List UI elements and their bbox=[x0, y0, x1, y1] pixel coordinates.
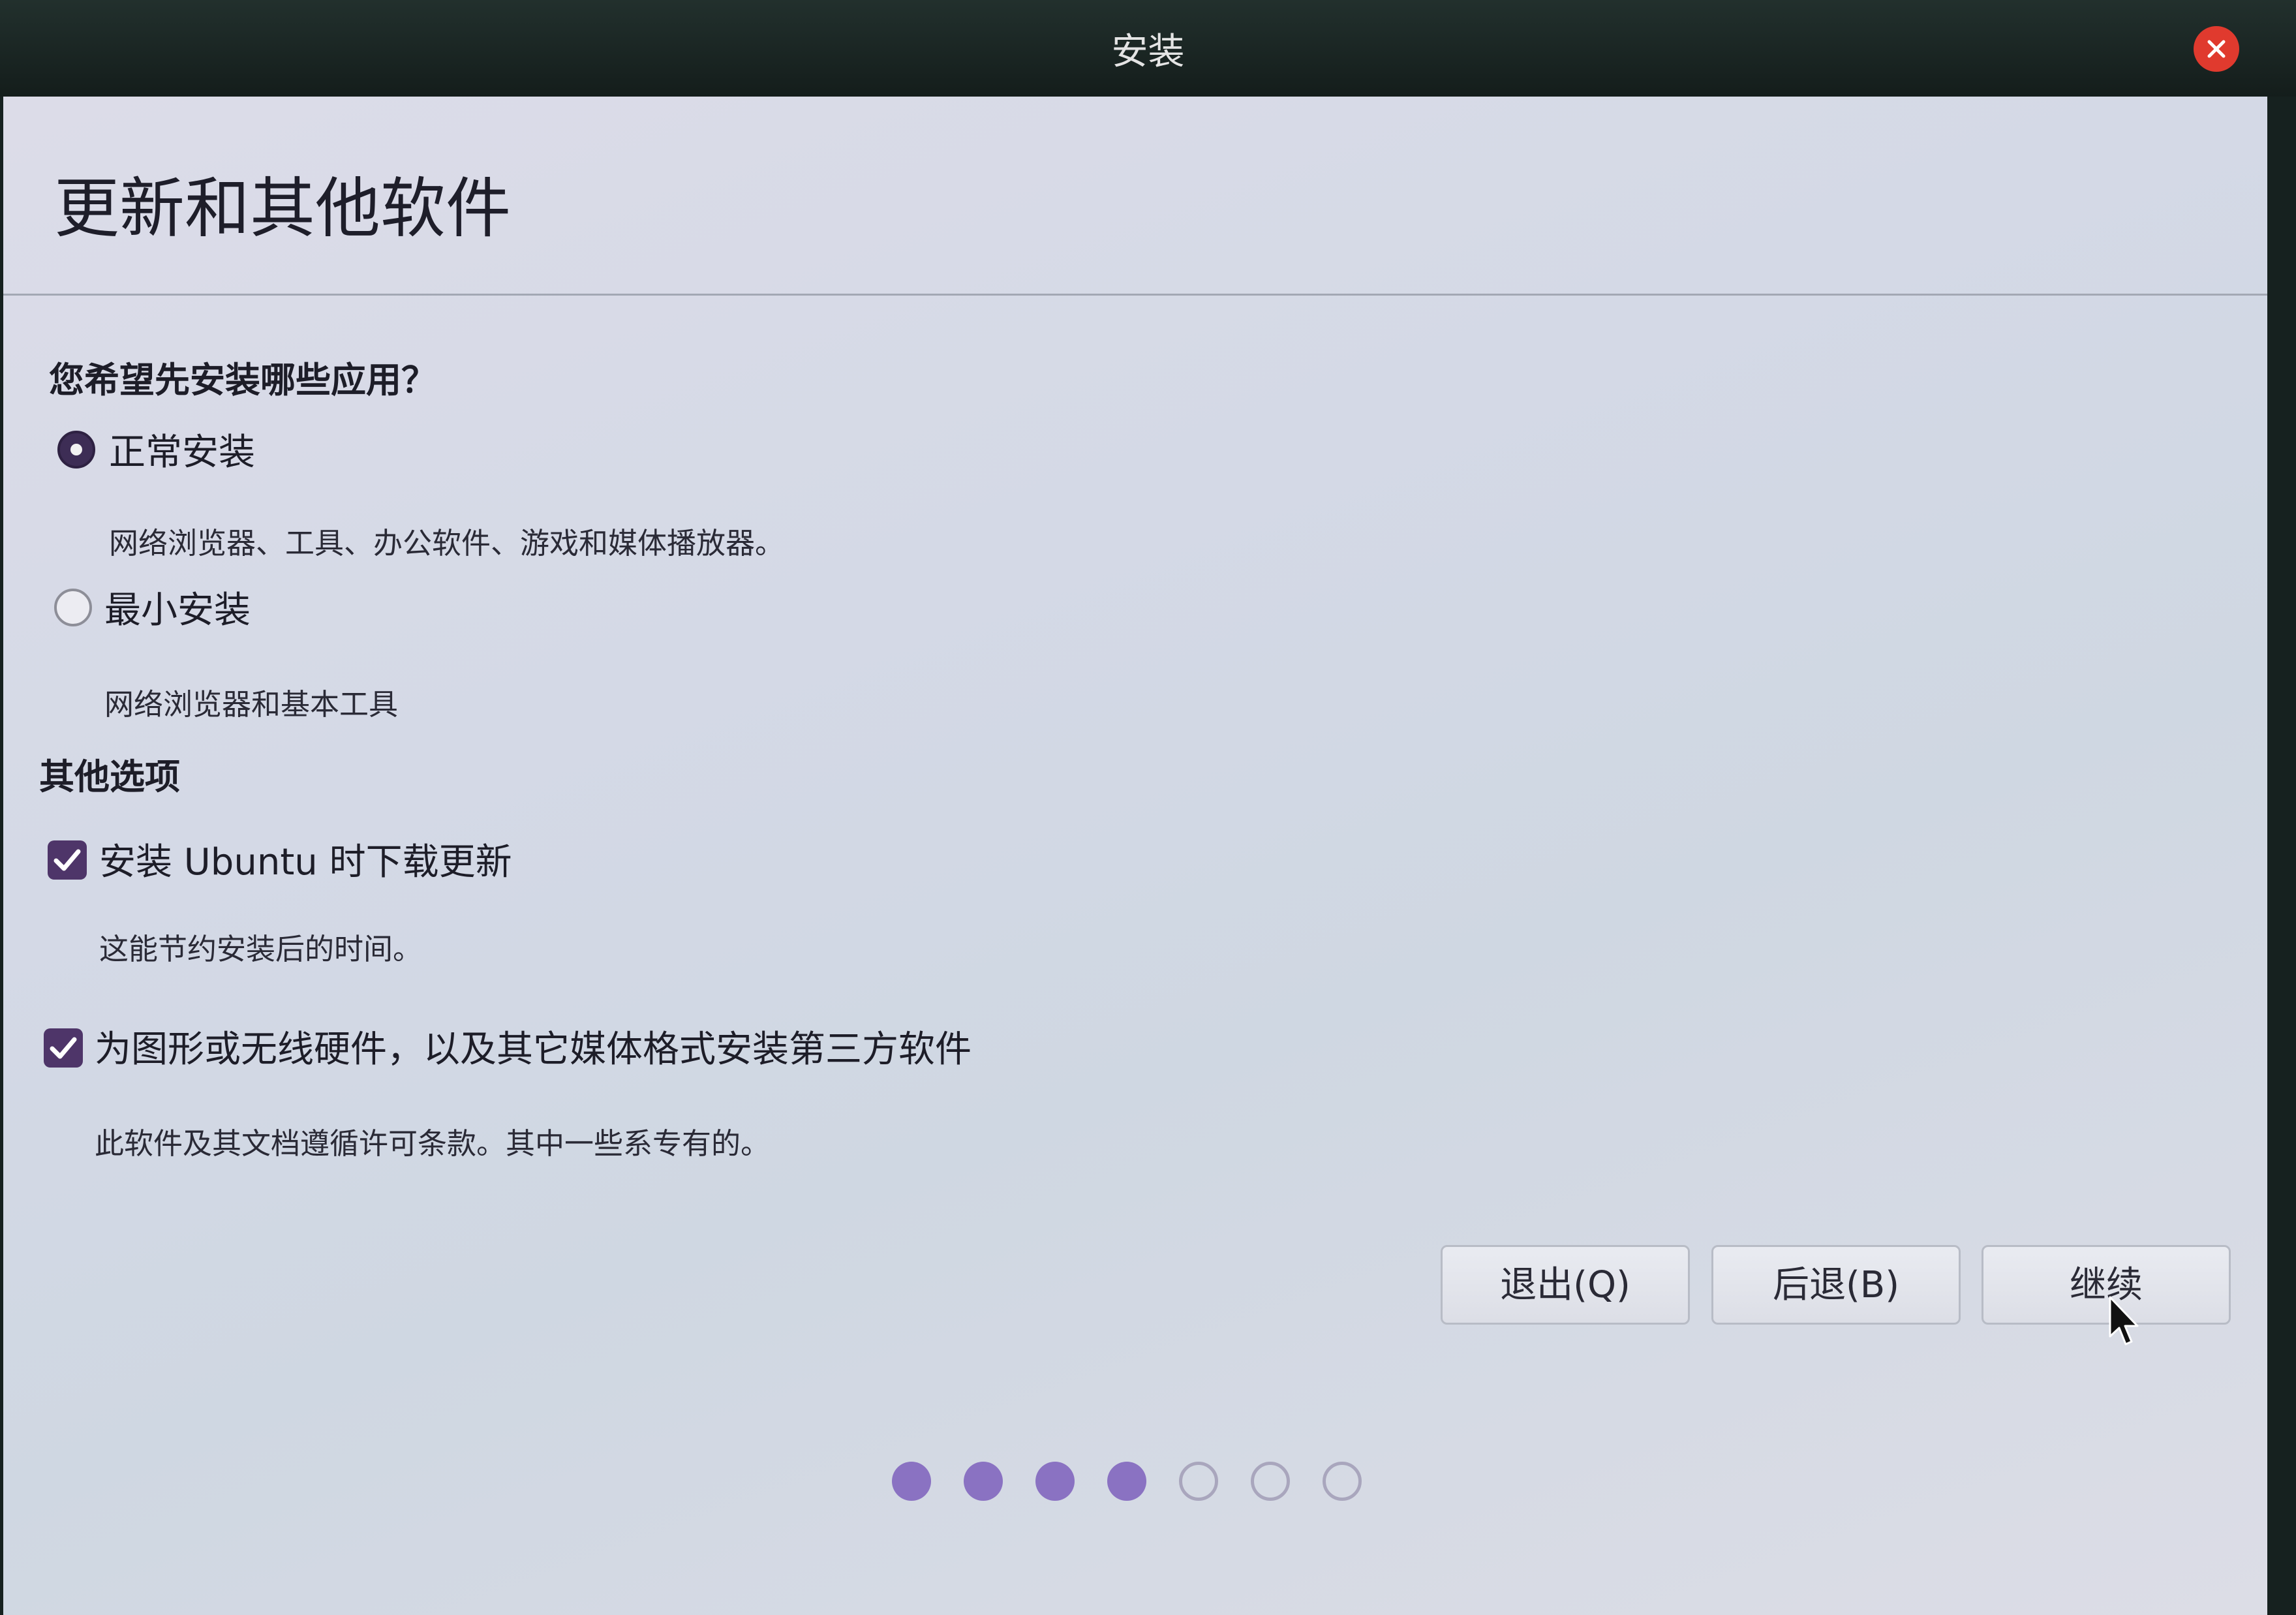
continue-button[interactable]: 继续 bbox=[1982, 1245, 2231, 1325]
progress-dot-4 bbox=[1107, 1462, 1146, 1501]
progress-dot-5 bbox=[1179, 1462, 1218, 1501]
radio-normal-install-label[interactable]: 正常安装 bbox=[109, 423, 255, 476]
page-title: 更新和其他软件 bbox=[54, 170, 511, 247]
checkbox-third-party[interactable] bbox=[44, 1028, 83, 1068]
install-type-heading: 您希望先安装哪些应用？ bbox=[49, 360, 436, 401]
back-button[interactable]: 后退(B) bbox=[1711, 1245, 1961, 1325]
progress-dot-7 bbox=[1323, 1462, 1362, 1501]
mouse-pointer-icon bbox=[2109, 1296, 2139, 1346]
progress-dot-6 bbox=[1251, 1462, 1290, 1501]
third-party-description: 此软件及其文档遵循许可条款。其中一些系专有的。 bbox=[95, 1126, 771, 1161]
radio-normal-install[interactable] bbox=[57, 431, 95, 469]
radio-minimal-install-label[interactable]: 最小安装 bbox=[104, 581, 251, 634]
progress-dot-3 bbox=[1035, 1462, 1075, 1501]
checkbox-third-party-label[interactable]: 为图形或无线硬件，以及其它媒体格式安装第三方软件 bbox=[95, 1020, 972, 1073]
close-icon bbox=[2207, 40, 2226, 58]
window-title: 安装 bbox=[1111, 31, 1185, 73]
download-updates-description: 这能节约安装后的时间。 bbox=[99, 932, 423, 966]
header-divider bbox=[3, 294, 2267, 296]
minimal-install-description: 网络浏览器和基本工具 bbox=[104, 687, 399, 722]
checkbox-download-updates-label[interactable]: 安装 Ubuntu 时下载更新 bbox=[99, 833, 512, 885]
checkmark-icon bbox=[54, 849, 81, 871]
progress-dot-1 bbox=[892, 1462, 931, 1501]
progress-dot-2 bbox=[964, 1462, 1003, 1501]
close-button[interactable] bbox=[2194, 26, 2239, 72]
installer-window: 更新和其他软件 您希望先安装哪些应用？ 正常安装 网络浏览器、工具、办公软件、游… bbox=[3, 97, 2267, 1615]
checkbox-download-updates[interactable] bbox=[48, 840, 87, 880]
normal-install-description: 网络浏览器、工具、办公软件、游戏和媒体播放器。 bbox=[109, 526, 785, 561]
quit-button[interactable]: 退出(Q) bbox=[1441, 1245, 1690, 1325]
other-options-heading: 其他选项 bbox=[39, 756, 180, 797]
radio-minimal-install[interactable] bbox=[54, 589, 92, 626]
checkmark-icon bbox=[50, 1037, 77, 1059]
